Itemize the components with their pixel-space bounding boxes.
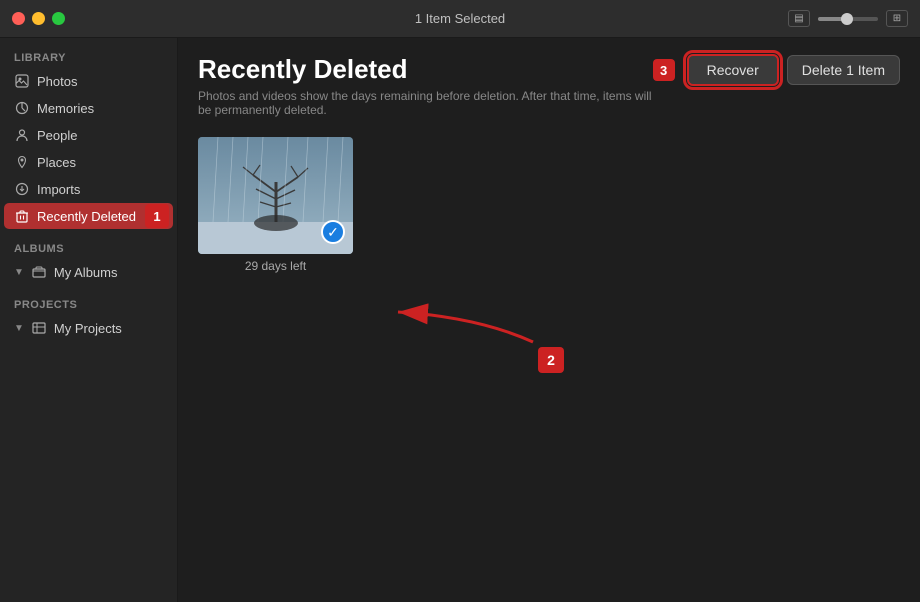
window-controls[interactable] — [12, 12, 65, 25]
selection-checkmark[interactable]: ✓ — [321, 220, 345, 244]
view-toggle-icon[interactable]: ⊞ — [886, 10, 908, 27]
content-header: Recently Deleted Photos and videos show … — [178, 38, 920, 127]
sidebar: Library Photos Memories — [0, 38, 178, 602]
recently-deleted-icon — [14, 208, 30, 224]
content-header-right: 3 Recover Delete 1 Item — [653, 54, 900, 86]
annotation-badge-2: 2 — [538, 347, 564, 373]
my-albums-collapse-icon: ▼ — [14, 267, 24, 278]
recently-deleted-label: Recently Deleted — [37, 209, 136, 224]
titlebar: 1 Item Selected ▤ ⊞ — [0, 0, 920, 38]
sidebar-item-imports[interactable]: Imports — [4, 176, 173, 202]
window-title: 1 Item Selected — [415, 11, 505, 26]
annotation-badge-3: 3 — [653, 59, 675, 81]
titlebar-right-controls: ▤ ⊞ — [788, 10, 908, 27]
photos-label: Photos — [37, 74, 77, 89]
places-label: Places — [37, 155, 76, 170]
memories-label: Memories — [37, 101, 94, 116]
minimize-button[interactable] — [32, 12, 45, 25]
close-button[interactable] — [12, 12, 25, 25]
photo-thumbnail[interactable]: ✓ — [198, 137, 353, 254]
sidebar-item-my-albums[interactable]: ▼ My Albums — [4, 259, 173, 285]
recover-button[interactable]: Recover — [687, 54, 779, 86]
projects-section-header: Projects — [0, 293, 177, 314]
imports-label: Imports — [37, 182, 80, 197]
people-label: People — [37, 128, 77, 143]
zoom-slider[interactable] — [818, 17, 878, 21]
my-projects-label: My Projects — [54, 321, 122, 336]
photo-item[interactable]: ✓ 29 days left — [198, 137, 353, 273]
content-area: Recently Deleted Photos and videos show … — [178, 38, 920, 602]
delete-button[interactable]: Delete 1 Item — [787, 55, 900, 85]
photo-days-remaining: 29 days left — [198, 259, 353, 273]
my-albums-icon — [31, 264, 47, 280]
page-description: Photos and videos show the days remainin… — [198, 89, 653, 117]
content-header-left: Recently Deleted Photos and videos show … — [198, 54, 653, 117]
sidebar-item-recently-deleted[interactable]: Recently Deleted 1 — [4, 203, 173, 229]
annotation-badge-1: 1 — [145, 204, 169, 228]
library-section-header: Library — [0, 46, 177, 67]
main-layout: Library Photos Memories — [0, 38, 920, 602]
sidebar-item-my-projects[interactable]: ▼ My Projects — [4, 315, 173, 341]
maximize-button[interactable] — [52, 12, 65, 25]
my-projects-collapse-icon: ▼ — [14, 323, 24, 334]
imports-icon — [14, 181, 30, 197]
page-title: Recently Deleted — [198, 54, 653, 85]
sidebar-toggle-icon[interactable]: ▤ — [788, 10, 810, 27]
sidebar-item-people[interactable]: People — [4, 122, 173, 148]
memories-icon — [14, 100, 30, 116]
places-icon — [14, 154, 30, 170]
photos-icon — [14, 73, 30, 89]
photo-grid: ✓ 29 days left 2 — [178, 127, 920, 602]
sidebar-item-places[interactable]: Places — [4, 149, 173, 175]
my-projects-icon — [31, 320, 47, 336]
albums-section-header: Albums — [0, 237, 177, 258]
sidebar-item-photos[interactable]: Photos — [4, 68, 173, 94]
sidebar-item-memories[interactable]: Memories — [4, 95, 173, 121]
people-icon — [14, 127, 30, 143]
my-albums-label: My Albums — [54, 265, 118, 280]
